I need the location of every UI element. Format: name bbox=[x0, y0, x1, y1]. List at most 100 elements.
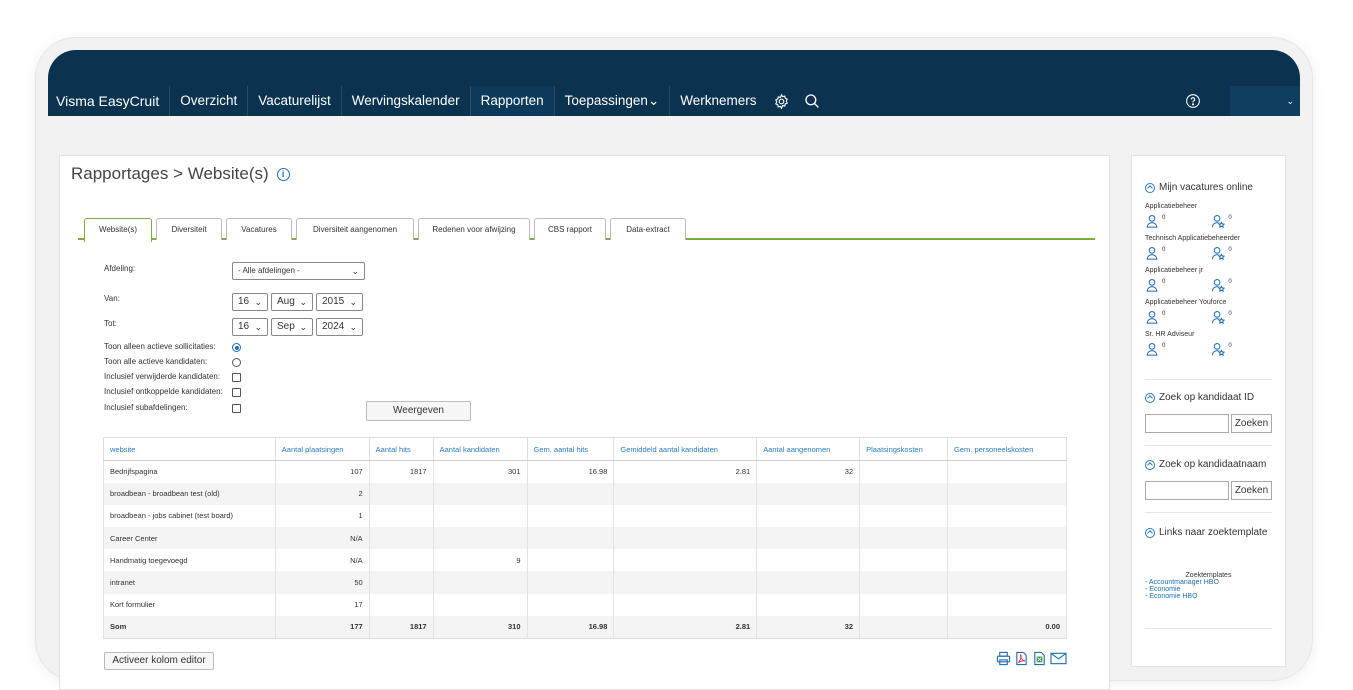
zoektemplate-link[interactable]: - Accountmanager HBO bbox=[1145, 579, 1272, 586]
person-icon[interactable] bbox=[1145, 342, 1159, 356]
zoektemplate-link[interactable]: - Economie bbox=[1145, 586, 1272, 593]
opt-ontkoppelde-checkbox[interactable] bbox=[232, 388, 241, 397]
print-icon[interactable] bbox=[996, 651, 1011, 666]
table-cell bbox=[368, 549, 434, 572]
activeer-kolom-editor-button[interactable]: Activeer kolom editor bbox=[104, 652, 214, 670]
tab-vacatures[interactable]: Vacatures bbox=[226, 218, 292, 240]
links-zoektemplate-title: Links naar zoektemplate bbox=[1159, 527, 1268, 538]
zoek-naam-toggle[interactable]: Zoek op kandidaatnaam bbox=[1145, 459, 1266, 470]
collapse-icon bbox=[1145, 459, 1155, 470]
email-icon[interactable] bbox=[1050, 651, 1067, 666]
help-icon[interactable] bbox=[1178, 86, 1208, 116]
col-gem-aantal-kandidaten[interactable]: Gemiddeld aantal kandidaten bbox=[613, 437, 758, 461]
links-zoektemplate-toggle[interactable]: Links naar zoektemplate bbox=[1145, 527, 1267, 538]
zoektemplates-box: Zoektemplates - Accountmanager HBO - Eco… bbox=[1145, 572, 1272, 600]
table-cell: 301 bbox=[432, 460, 528, 483]
brand-logo[interactable]: Visma EasyCruit bbox=[48, 93, 169, 109]
person-star-icon[interactable] bbox=[1211, 310, 1226, 325]
vacature-count: 0 bbox=[1228, 343, 1232, 349]
person-star-icon[interactable] bbox=[1211, 342, 1226, 357]
opt-subafdelingen-checkbox[interactable] bbox=[232, 404, 241, 413]
vacature-name[interactable]: Applicatiebeheer bbox=[1145, 203, 1197, 210]
col-website[interactable]: website bbox=[103, 437, 276, 461]
zoek-id-button[interactable]: Zoeken bbox=[1231, 414, 1272, 433]
table-cell bbox=[526, 571, 615, 594]
vacature-name[interactable]: Applicatiebeheer Youforce bbox=[1145, 299, 1226, 306]
table-cell bbox=[859, 593, 949, 616]
zoek-naam-button[interactable]: Zoeken bbox=[1231, 481, 1272, 500]
user-menu[interactable]: ⌄ bbox=[1230, 86, 1300, 116]
afdeling-select[interactable]: - Alle afdelingen - ⌄ bbox=[232, 262, 365, 280]
tab-diversiteit-aangenomen[interactable]: Diversiteit aangenomen bbox=[296, 218, 414, 240]
person-icon[interactable] bbox=[1145, 278, 1159, 292]
col-plaatsingskosten[interactable]: Plaatsingskosten bbox=[859, 437, 949, 461]
opt-actieve-sollicitaties-radio[interactable] bbox=[232, 343, 241, 352]
nav-wervingskalender[interactable]: Wervingskalender bbox=[340, 86, 470, 116]
van-year-select[interactable]: 2015 ⌄ bbox=[316, 293, 363, 311]
table-cell bbox=[756, 549, 861, 572]
excel-icon[interactable] bbox=[1032, 651, 1047, 666]
mijn-vacatures-title: Mijn vacatures online bbox=[1159, 182, 1253, 193]
chevron-down-icon: ⌄ bbox=[299, 297, 307, 307]
weergeven-button[interactable]: Weergeven bbox=[366, 401, 471, 421]
col-aantal-kandidaten[interactable]: Aantal kandidaten bbox=[432, 437, 528, 461]
vacature-name[interactable]: Applicatiebeheer jr bbox=[1145, 267, 1203, 274]
nav-rapporten[interactable]: Rapporten bbox=[469, 86, 554, 116]
person-star-icon[interactable] bbox=[1211, 246, 1226, 261]
vacature-stats: 00 bbox=[1145, 342, 1232, 357]
table-cell: 50 bbox=[274, 571, 370, 594]
nav-toepassingen[interactable]: Toepassingen⌄ bbox=[553, 86, 670, 116]
nav-werknemers[interactable]: Werknemers bbox=[669, 86, 766, 116]
tab-data-extract[interactable]: Data-extract bbox=[610, 218, 686, 240]
person-icon[interactable] bbox=[1145, 214, 1159, 228]
tab-redenen-afwijzing[interactable]: Redenen voor afwijzing bbox=[418, 218, 530, 240]
vacature-count: 0 bbox=[1228, 215, 1232, 221]
tab-diversiteit[interactable]: Diversiteit bbox=[156, 218, 222, 240]
col-gem-aantal-hits[interactable]: Gem. aantal hits bbox=[526, 437, 615, 461]
person-icon[interactable] bbox=[1145, 310, 1159, 324]
table-cell bbox=[613, 571, 758, 594]
table-cell bbox=[526, 549, 615, 572]
van-day-select[interactable]: 16 ⌄ bbox=[232, 293, 268, 311]
table-cell bbox=[368, 593, 434, 616]
vacature-name[interactable]: Technisch Applicatiebeheerder bbox=[1145, 235, 1240, 242]
table-body: Bedrijfspagina 107 1817 301 16.98 2.81 32 broad… bbox=[103, 460, 1067, 639]
zoektemplate-link[interactable]: - Economie HBO bbox=[1145, 593, 1272, 600]
nav-overzicht[interactable]: Overzicht bbox=[169, 86, 247, 116]
tot-day-select[interactable]: 16 ⌄ bbox=[232, 318, 268, 336]
opt-actieve-kandidaten-radio[interactable] bbox=[232, 358, 241, 367]
vacature-name[interactable]: Sr. HR Adviseur bbox=[1145, 331, 1194, 338]
table-cell bbox=[368, 527, 434, 550]
table-cell bbox=[947, 504, 1067, 528]
person-icon[interactable] bbox=[1145, 246, 1159, 260]
kandidaat-id-input[interactable] bbox=[1145, 414, 1229, 433]
col-aantal-hits[interactable]: Aantal hits bbox=[368, 437, 434, 461]
sidebar: Mijn vacatures online Applicatiebeheer 0 0… bbox=[1131, 155, 1286, 667]
tab-cbs-rapport[interactable]: CBS rapport bbox=[534, 218, 606, 240]
pdf-icon[interactable] bbox=[1014, 651, 1029, 666]
van-month-select[interactable]: Aug ⌄ bbox=[271, 293, 313, 311]
table-cell: 0.00 bbox=[947, 615, 1067, 639]
mijn-vacatures-toggle[interactable]: Mijn vacatures online bbox=[1145, 182, 1253, 193]
table-cell bbox=[947, 527, 1067, 550]
chevron-down-icon: ⌄ bbox=[349, 322, 357, 332]
tot-day-value: 16 bbox=[238, 321, 250, 332]
info-icon[interactable]: i bbox=[276, 167, 290, 181]
col-aantal-plaatsingen[interactable]: Aantal plaatsingen bbox=[274, 437, 370, 461]
col-aantal-aangenomen[interactable]: Aantal aangenomen bbox=[756, 437, 861, 461]
table-cell bbox=[947, 571, 1067, 594]
person-star-icon[interactable] bbox=[1211, 214, 1226, 229]
gear-icon[interactable] bbox=[767, 86, 797, 116]
van-label: Van: bbox=[104, 294, 120, 303]
zoek-id-toggle[interactable]: Zoek op kandidaat ID bbox=[1145, 392, 1254, 403]
tab-websites[interactable]: Website(s) bbox=[84, 218, 152, 242]
search-icon[interactable] bbox=[797, 86, 827, 116]
opt-verwijderde-checkbox[interactable] bbox=[232, 373, 241, 382]
kandidaatnaam-input[interactable] bbox=[1145, 481, 1229, 500]
tot-month-select[interactable]: Sep ⌄ bbox=[271, 318, 313, 336]
tot-year-select[interactable]: 2024 ⌄ bbox=[316, 318, 363, 336]
zoek-naam-title: Zoek op kandidaatnaam bbox=[1159, 459, 1267, 470]
col-gem-personeelskosten[interactable]: Gem. personeelskosten bbox=[947, 437, 1067, 461]
nav-vacaturelijst[interactable]: Vacaturelijst bbox=[247, 86, 341, 116]
person-star-icon[interactable] bbox=[1211, 278, 1226, 293]
